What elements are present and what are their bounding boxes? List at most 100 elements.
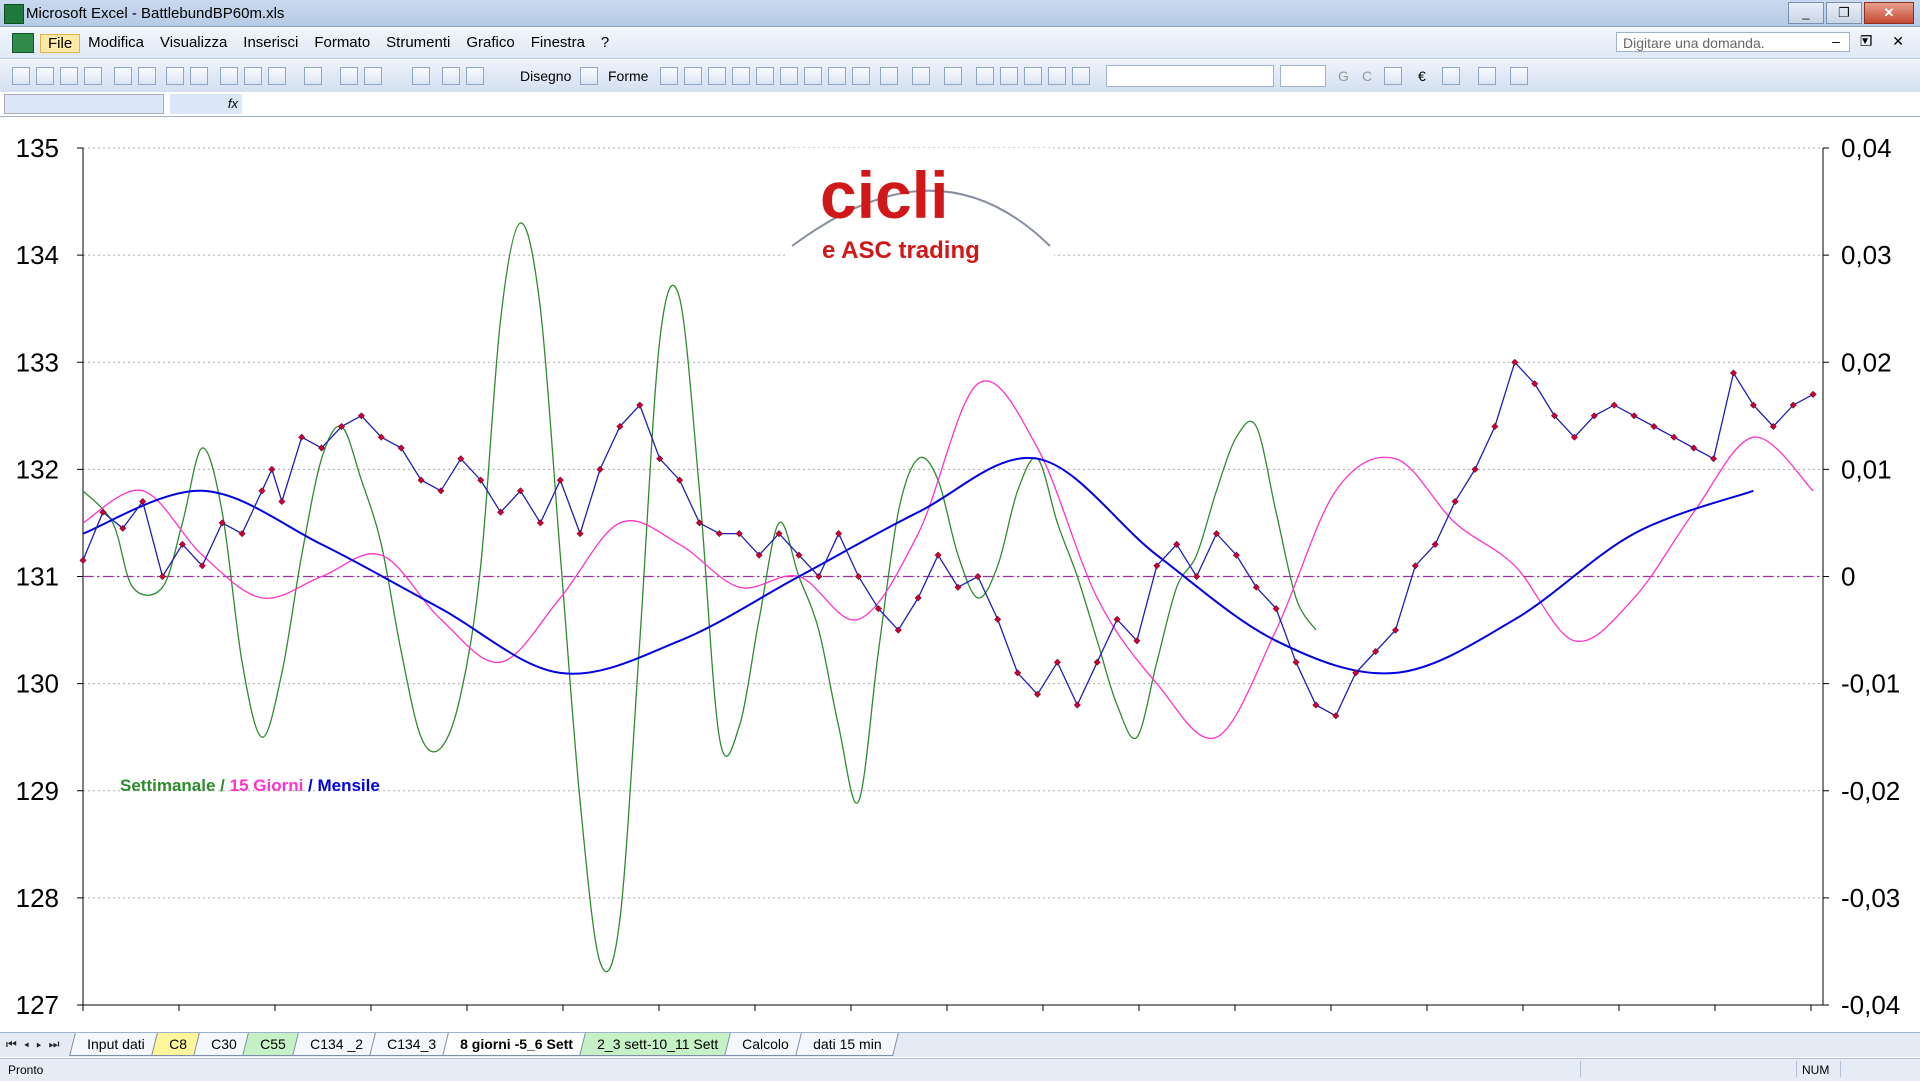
standard-toolbar: Disegno Forme G C € <box>0 60 1920 93</box>
picture-icon[interactable] <box>852 67 870 85</box>
sheet-tab-label: C134 _2 <box>310 1036 363 1052</box>
oval-icon[interactable] <box>732 67 750 85</box>
sheet-tab[interactable]: C134_3 <box>368 1033 454 1056</box>
open-icon[interactable] <box>36 67 54 85</box>
status-divider <box>1840 1061 1841 1077</box>
menu-help[interactable]: ? <box>593 34 617 53</box>
price-point <box>1471 465 1479 473</box>
chart-wizard-icon[interactable] <box>442 67 460 85</box>
hyperlink-icon[interactable] <box>340 67 358 85</box>
sheet-tab-label: Calcolo <box>741 1036 789 1052</box>
autosum-icon[interactable] <box>364 67 382 85</box>
price-point <box>1053 658 1061 666</box>
sheet-tab-label: 8 giorni -5_6 Sett <box>459 1036 573 1052</box>
name-box[interactable] <box>4 94 164 114</box>
price-point <box>855 573 862 580</box>
save-icon[interactable] <box>60 67 78 85</box>
print-preview-icon[interactable] <box>138 67 156 85</box>
align-icon[interactable] <box>1384 67 1402 85</box>
legend-month: Mensile <box>317 776 379 795</box>
sheet-tab[interactable]: C134 _2 <box>292 1033 381 1056</box>
series-mensile <box>82 456 1754 675</box>
bold-button[interactable]: G <box>1338 68 1349 84</box>
font-color-2-icon[interactable] <box>1510 67 1528 85</box>
sheet-tab-label: dati 15 min <box>812 1036 882 1052</box>
fx-icon[interactable]: fx <box>170 94 242 114</box>
chart-area[interactable]: 135 134 133 132 131 130 129 128 127 0,04 0,03 0,02… <box>0 118 1920 1030</box>
research-icon[interactable] <box>190 67 208 85</box>
y-left-tick-label: 134 <box>16 240 59 270</box>
copy-icon[interactable] <box>244 67 262 85</box>
logo-subtitle: e ASC trading <box>822 237 980 264</box>
arrow-icon[interactable] <box>684 67 702 85</box>
workbook-window-controls[interactable]: – ❐ ✕ <box>1832 33 1912 50</box>
close-button[interactable]: ✕ <box>1864 2 1914 24</box>
dash-style-icon[interactable] <box>1000 67 1018 85</box>
font-size-combo[interactable] <box>1280 65 1326 87</box>
sheet-tab[interactable]: Input dati <box>69 1033 163 1056</box>
font-color-icon[interactable] <box>944 67 962 85</box>
price-point <box>1610 401 1618 409</box>
draw-menu[interactable]: Disegno <box>520 68 571 84</box>
diagram-icon[interactable] <box>804 67 822 85</box>
borders-icon[interactable] <box>1442 67 1460 85</box>
shapes-menu[interactable]: Forme <box>608 68 648 84</box>
shadow-icon[interactable] <box>1048 67 1066 85</box>
menu-visualizza[interactable]: Visualizza <box>152 34 235 53</box>
wordart-icon[interactable] <box>780 67 798 85</box>
sort-icon[interactable] <box>412 67 430 85</box>
permission-icon[interactable] <box>84 67 102 85</box>
restore-button[interactable]: ❐ <box>1826 2 1862 24</box>
menu-file[interactable]: File <box>40 34 81 53</box>
sheet-tab[interactable]: dati 15 min <box>794 1033 899 1056</box>
help-icon[interactable] <box>466 67 484 85</box>
3d-icon[interactable] <box>1072 67 1090 85</box>
line-style-icon[interactable] <box>976 67 994 85</box>
italic-button[interactable]: C <box>1362 68 1372 84</box>
spelling-icon[interactable] <box>166 67 184 85</box>
price-point <box>934 551 942 559</box>
price-point <box>994 615 1002 623</box>
arrow-style-icon[interactable] <box>1024 67 1042 85</box>
menu-formato[interactable]: Formato <box>306 34 378 53</box>
fill-color-2-icon[interactable] <box>1478 67 1496 85</box>
y-left-tick-label: 129 <box>16 776 59 806</box>
minimize-button[interactable]: _ <box>1788 2 1824 24</box>
price-point <box>556 476 564 484</box>
workbook-icon[interactable] <box>12 33 34 53</box>
price-point <box>835 530 843 538</box>
series-15-giorni <box>82 380 1814 740</box>
textbox-icon[interactable] <box>756 67 774 85</box>
sheet-nav-arrows[interactable]: ⏮◂▸⏭ <box>6 1037 66 1052</box>
sheet-tab-active[interactable]: 8 giorni -5_6 Sett <box>442 1033 591 1056</box>
line-icon[interactable] <box>660 67 678 85</box>
sheet-tab[interactable]: Calcolo <box>723 1033 807 1056</box>
clipart-icon[interactable] <box>828 67 846 85</box>
undo-icon[interactable] <box>304 67 322 85</box>
paste-icon[interactable] <box>268 67 286 85</box>
price-point <box>954 583 962 591</box>
sheet-tab[interactable]: 2_3 sett-10_11 Sett <box>578 1033 736 1056</box>
cut-icon[interactable] <box>220 67 238 85</box>
price-point <box>1193 573 1201 580</box>
sheet-tab-label: C55 <box>260 1036 287 1052</box>
window-controls: _ ❐ ✕ <box>1788 2 1914 24</box>
price-point <box>268 465 276 473</box>
print-icon[interactable] <box>114 67 132 85</box>
menu-inserisci[interactable]: Inserisci <box>235 34 306 53</box>
price-point <box>536 519 544 527</box>
new-icon[interactable] <box>12 67 30 85</box>
fifteen-line <box>82 380 1814 740</box>
status-divider <box>1580 1061 1581 1077</box>
line-color-icon[interactable] <box>912 67 930 85</box>
menu-modifica[interactable]: Modifica <box>80 34 152 53</box>
euro-button[interactable]: € <box>1418 68 1426 84</box>
menu-finestra[interactable]: Finestra <box>523 34 593 53</box>
select-objects-icon[interactable] <box>580 67 598 85</box>
menu-strumenti[interactable]: Strumenti <box>378 34 458 53</box>
menu-grafico[interactable]: Grafico <box>458 34 522 53</box>
font-name-combo[interactable] <box>1106 65 1274 87</box>
rectangle-icon[interactable] <box>708 67 726 85</box>
help-search-input[interactable]: Digitare una domanda. <box>1616 32 1850 52</box>
fill-color-icon[interactable] <box>880 67 898 85</box>
